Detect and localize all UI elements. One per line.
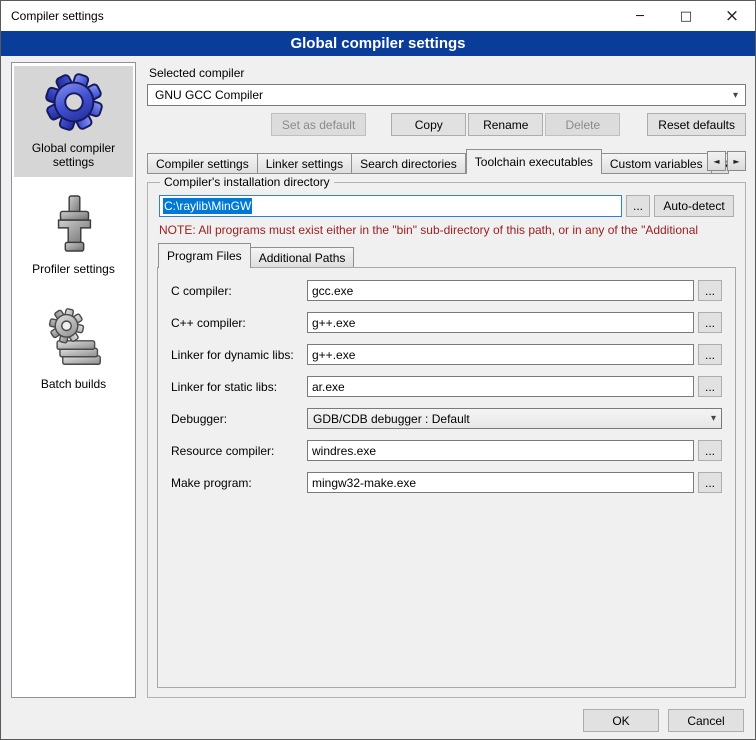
field-label: Make program:: [171, 476, 307, 490]
linker-dynamic-browse-button[interactable]: ...: [698, 344, 722, 365]
make-program-input[interactable]: [307, 472, 694, 493]
field-label: Resource compiler:: [171, 444, 307, 458]
copy-button[interactable]: Copy: [391, 113, 466, 136]
arrow-right-icon: ►: [733, 157, 739, 166]
window-title: Compiler settings: [11, 9, 104, 23]
cpp-compiler-browse-button[interactable]: ...: [698, 312, 722, 333]
cpp-compiler-input[interactable]: [307, 312, 694, 333]
sidebar-item-global-compiler-settings[interactable]: Global compiler settings: [14, 66, 133, 177]
set-as-default-button: Set as default: [271, 113, 366, 136]
compiler-select[interactable]: GNU GCC Compiler ▾: [147, 84, 746, 106]
bin-subdirectory-note: NOTE: All programs must exist either in …: [159, 223, 734, 237]
c-compiler-row: C compiler: ...: [171, 280, 722, 301]
make-program-row: Make program: ...: [171, 472, 722, 493]
selected-compiler-label: Selected compiler: [149, 66, 746, 80]
auto-detect-button[interactable]: Auto-detect: [654, 195, 734, 217]
sidebar-item-label: Batch builds: [41, 377, 106, 391]
delete-button: Delete: [545, 113, 620, 136]
program-files-panel: C compiler: ... C++ compiler: ... Linker…: [157, 267, 736, 688]
blue-gear-icon: [43, 71, 105, 133]
minimize-button[interactable]: ─: [617, 1, 663, 31]
debugger-select[interactable]: GDB/CDB debugger : Default ▾: [307, 408, 722, 429]
linker-dynamic-row: Linker for dynamic libs: ...: [171, 344, 722, 365]
debugger-row: Debugger: GDB/CDB debugger : Default ▾: [171, 408, 722, 429]
tab-linker-settings[interactable]: Linker settings: [258, 153, 352, 174]
settings-tab-bar: Compiler settings Linker settings Search…: [147, 149, 746, 174]
sidebar-item-label: Profiler settings: [32, 262, 115, 276]
tab-search-directories[interactable]: Search directories: [352, 153, 466, 174]
profiler-tool-icon: [46, 194, 102, 254]
cancel-button[interactable]: Cancel: [668, 709, 744, 732]
cpp-compiler-row: C++ compiler: ...: [171, 312, 722, 333]
resource-compiler-input[interactable]: [307, 440, 694, 461]
close-icon: ×: [725, 6, 739, 26]
tab-custom-variables[interactable]: Custom variables: [602, 153, 712, 174]
resource-compiler-browse-button[interactable]: ...: [698, 440, 722, 461]
compiler-actions: Set as default Copy Rename Delete Reset …: [147, 113, 746, 136]
sidebar-item-label: Global compiler settings: [16, 141, 131, 169]
c-compiler-input[interactable]: [307, 280, 694, 301]
debugger-select-value: GDB/CDB debugger : Default: [313, 412, 470, 426]
installation-directory-group-label: Compiler's installation directory: [160, 175, 334, 189]
reset-defaults-button[interactable]: Reset defaults: [647, 113, 746, 136]
c-compiler-browse-button[interactable]: ...: [698, 280, 722, 301]
settings-sidebar: Global compiler settings: [11, 62, 136, 698]
tab-compiler-settings[interactable]: Compiler settings: [147, 153, 258, 174]
close-button[interactable]: ×: [709, 1, 755, 31]
field-label: C++ compiler:: [171, 316, 307, 330]
maximize-icon: □: [680, 9, 692, 24]
title-bar: Compiler settings ─ □ ×: [1, 1, 755, 31]
chevron-down-icon: ▾: [711, 413, 716, 424]
gray-gear-stack-icon: [44, 307, 104, 369]
installation-directory-browse-button[interactable]: ...: [626, 195, 650, 217]
sidebar-item-profiler-settings[interactable]: Profiler settings: [14, 189, 133, 284]
ok-button[interactable]: OK: [583, 709, 659, 732]
field-label: Debugger:: [171, 412, 307, 426]
tab-scroll-right-button[interactable]: ►: [727, 151, 746, 171]
page-title: Global compiler settings: [1, 31, 755, 56]
linker-static-row: Linker for static libs: ...: [171, 376, 722, 397]
linker-static-input[interactable]: [307, 376, 694, 397]
rename-button[interactable]: Rename: [468, 113, 543, 136]
linker-dynamic-input[interactable]: [307, 344, 694, 365]
main-panel: Selected compiler GNU GCC Compiler ▾ Set…: [147, 62, 746, 698]
compiler-select-value: GNU GCC Compiler: [155, 88, 263, 102]
installation-directory-input[interactable]: C:\raylib\MinGW: [159, 195, 622, 217]
installation-directory-value: C:\raylib\MinGW: [163, 198, 252, 214]
chevron-down-icon: ▾: [733, 90, 738, 101]
resource-compiler-row: Resource compiler: ...: [171, 440, 722, 461]
tab-scroll-left-button[interactable]: ◄: [707, 151, 726, 171]
window-controls: ─ □ ×: [617, 1, 755, 31]
field-label: Linker for static libs:: [171, 380, 307, 394]
installation-directory-row: C:\raylib\MinGW ... Auto-detect: [159, 195, 734, 217]
field-label: C compiler:: [171, 284, 307, 298]
compiler-settings-dialog: Compiler settings ─ □ × Global compiler …: [0, 0, 756, 740]
tab-toolchain-executables[interactable]: Toolchain executables: [466, 149, 602, 174]
sidebar-item-batch-builds[interactable]: Batch builds: [14, 302, 133, 399]
dialog-body: Global compiler settings: [1, 56, 755, 702]
maximize-button[interactable]: □: [663, 1, 709, 31]
tab-additional-paths[interactable]: Additional Paths: [251, 247, 355, 268]
field-label: Linker for dynamic libs:: [171, 348, 307, 362]
arrow-left-icon: ◄: [713, 157, 719, 166]
tab-scroll-controls: ◄ ►: [706, 151, 746, 171]
program-files-tab-bar: Program Files Additional Paths: [157, 244, 736, 268]
make-program-browse-button[interactable]: ...: [698, 472, 722, 493]
linker-static-browse-button[interactable]: ...: [698, 376, 722, 397]
minimize-icon: ─: [636, 9, 644, 24]
tab-program-files[interactable]: Program Files: [158, 243, 251, 268]
installation-directory-group: Compiler's installation directory C:\ray…: [147, 175, 746, 698]
dialog-footer: OK Cancel: [1, 702, 755, 739]
